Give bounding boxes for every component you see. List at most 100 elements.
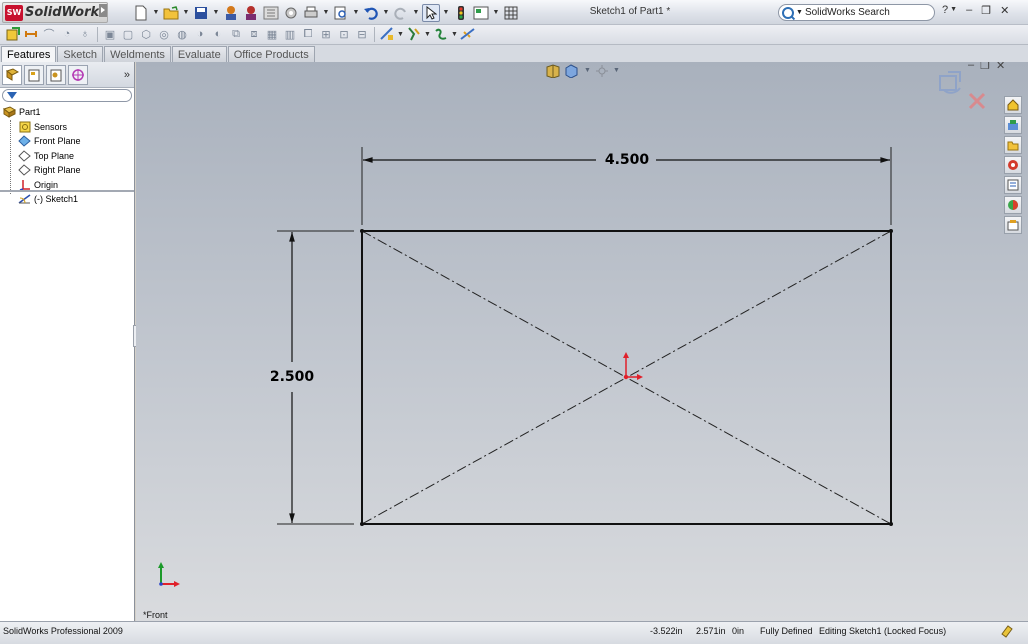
tab-weldments[interactable]: Weldments: [104, 46, 171, 62]
properties-dropdown-icon[interactable]: ▼: [492, 4, 500, 22]
tree-item-label: Origin: [34, 179, 59, 190]
gear-icon[interactable]: [282, 4, 300, 22]
copy-entities-icon[interactable]: ⊟: [354, 26, 370, 42]
tree-root-part[interactable]: Part1: [0, 105, 134, 120]
rollback-bar[interactable]: [0, 190, 134, 192]
grid-options-icon[interactable]: [502, 4, 520, 22]
print-dropdown-icon[interactable]: ▼: [322, 4, 330, 22]
trim-tool-icon[interactable]: ▦: [264, 26, 280, 42]
repair-dropdown-icon[interactable]: ▼: [424, 26, 431, 42]
print-icon[interactable]: [222, 4, 240, 22]
linear-pattern-icon[interactable]: ⊞: [318, 26, 334, 42]
save-dropdown-icon[interactable]: ▼: [212, 4, 220, 22]
sketch-point[interactable]: [889, 522, 893, 526]
dimxpert-manager-tab-icon[interactable]: [68, 64, 88, 85]
open-dropdown-icon[interactable]: ▼: [182, 4, 190, 22]
offset-tool-icon[interactable]: ⧉: [228, 26, 244, 42]
tree-item-sketch1[interactable]: (-) Sketch1: [0, 192, 134, 207]
solidworks-search-box[interactable]: ▼ SolidWorks Search: [778, 4, 935, 21]
smart-dimension-icon[interactable]: [23, 26, 39, 42]
assembly-icon[interactable]: [242, 4, 260, 22]
mirror-tool-icon[interactable]: ⧠: [300, 26, 316, 42]
relation-dropdown-icon[interactable]: ▼: [397, 26, 404, 42]
feature-manager-tab-icon[interactable]: [2, 64, 22, 85]
tree-item-sensors[interactable]: Sensors: [0, 120, 134, 135]
add-relation-icon[interactable]: [379, 26, 395, 42]
redo-dropdown-icon[interactable]: ▼: [412, 4, 420, 22]
quick-snaps-icon[interactable]: [460, 26, 476, 42]
tab-features[interactable]: Features: [1, 46, 57, 62]
new-dropdown-icon[interactable]: ▼: [152, 4, 160, 22]
rectangle-tool-icon[interactable]: ▣: [102, 26, 118, 42]
search-icon: [782, 6, 794, 19]
menu-expand-arrow-icon[interactable]: [99, 4, 107, 17]
document-title: Sketch1 of Part1 *: [589, 6, 671, 17]
redo-icon[interactable]: [392, 4, 410, 22]
tab-office-products[interactable]: Office Products: [227, 46, 315, 62]
design-library-icon[interactable]: [1004, 116, 1022, 134]
move-entities-icon[interactable]: ⊡: [336, 26, 352, 42]
more-tabs-chevron-icon[interactable]: »: [124, 69, 130, 81]
sketch-point[interactable]: [360, 229, 364, 233]
print-preview-icon[interactable]: [332, 4, 350, 22]
polygon-tool-icon[interactable]: ⬡: [138, 26, 154, 42]
circle-tool-icon[interactable]: ◎: [156, 26, 172, 42]
help-dropdown-icon[interactable]: ▼: [950, 6, 957, 17]
close-icon[interactable]: ✕: [1000, 4, 1009, 17]
tree-item-right-plane[interactable]: Right Plane: [0, 163, 134, 178]
help-icon[interactable]: ?: [942, 4, 948, 17]
line-tool-icon[interactable]: ⌒: [41, 26, 57, 42]
undo-dropdown-icon[interactable]: ▼: [382, 4, 390, 22]
cursor-y-coordinate: 2.571in: [696, 626, 726, 636]
fillet-tool-icon[interactable]: ◑: [192, 26, 208, 42]
save-icon[interactable]: [192, 4, 210, 22]
select-arrow-icon[interactable]: [422, 3, 440, 22]
tab-sketch[interactable]: Sketch: [57, 46, 104, 62]
rebuild-status-icon[interactable]: [1000, 624, 1014, 640]
height-dimension-value[interactable]: 2.500: [267, 369, 317, 385]
tree-filter-input[interactable]: [2, 89, 132, 102]
view-palette-icon[interactable]: [1004, 176, 1022, 194]
spline-tool-icon[interactable]: ♁: [77, 26, 93, 42]
search-results-icon[interactable]: [1004, 156, 1022, 174]
file-properties-icon[interactable]: [472, 4, 490, 22]
minimize-icon[interactable]: –: [966, 4, 972, 17]
width-dimension-value[interactable]: 4.500: [602, 152, 652, 168]
property-manager-tab-icon[interactable]: [24, 64, 44, 85]
solidworks-menu-button[interactable]: SW SolidWorks: [2, 2, 108, 23]
exit-sketch-icon[interactable]: [5, 26, 21, 42]
part-icon: [3, 106, 16, 119]
extend-tool-icon[interactable]: ▥: [282, 26, 298, 42]
file-explorer-icon[interactable]: [1004, 136, 1022, 154]
graphics-area[interactable]: ▼ ▼ – ❐ ✕ 4.500 2.500 *Front: [136, 62, 1028, 621]
new-document-icon[interactable]: [132, 4, 150, 22]
cursor-z-coordinate: 0in: [732, 626, 745, 636]
undo-icon[interactable]: [362, 4, 380, 22]
rapid-sketch-dropdown-icon[interactable]: ▼: [451, 26, 458, 42]
sketch-origin-icon[interactable]: [623, 352, 643, 380]
slot-tool-icon[interactable]: ▢: [120, 26, 136, 42]
sketch-point[interactable]: [889, 229, 893, 233]
tree-item-top-plane[interactable]: Top Plane: [0, 149, 134, 164]
rebuild-traffic-light-icon[interactable]: [452, 4, 470, 22]
display-relations-icon[interactable]: [406, 26, 422, 42]
arc-tool-icon[interactable]: ◔: [59, 26, 75, 42]
sketch-point[interactable]: [360, 522, 364, 526]
appearances-icon[interactable]: [1004, 196, 1022, 214]
rapid-sketch-icon[interactable]: [433, 26, 449, 42]
open-folder-icon[interactable]: [162, 4, 180, 22]
select-dropdown-icon[interactable]: ▼: [442, 4, 450, 22]
preview-dropdown-icon[interactable]: ▼: [352, 4, 360, 22]
chamfer-tool-icon[interactable]: ◐: [210, 26, 226, 42]
convert-entities-icon[interactable]: ⧈: [246, 26, 262, 42]
printer-icon[interactable]: [302, 4, 320, 22]
ellipse-tool-icon[interactable]: ◍: [174, 26, 190, 42]
custom-properties-icon[interactable]: [1004, 216, 1022, 234]
configuration-manager-tab-icon[interactable]: [46, 64, 66, 85]
tree-item-front-plane[interactable]: Front Plane: [0, 134, 134, 149]
options-grid-icon[interactable]: [262, 4, 280, 22]
search-dropdown-icon[interactable]: ▼: [796, 9, 803, 16]
tab-evaluate[interactable]: Evaluate: [171, 46, 227, 62]
solidworks-resources-icon[interactable]: [1004, 96, 1022, 114]
restore-icon[interactable]: ❐: [981, 4, 991, 17]
